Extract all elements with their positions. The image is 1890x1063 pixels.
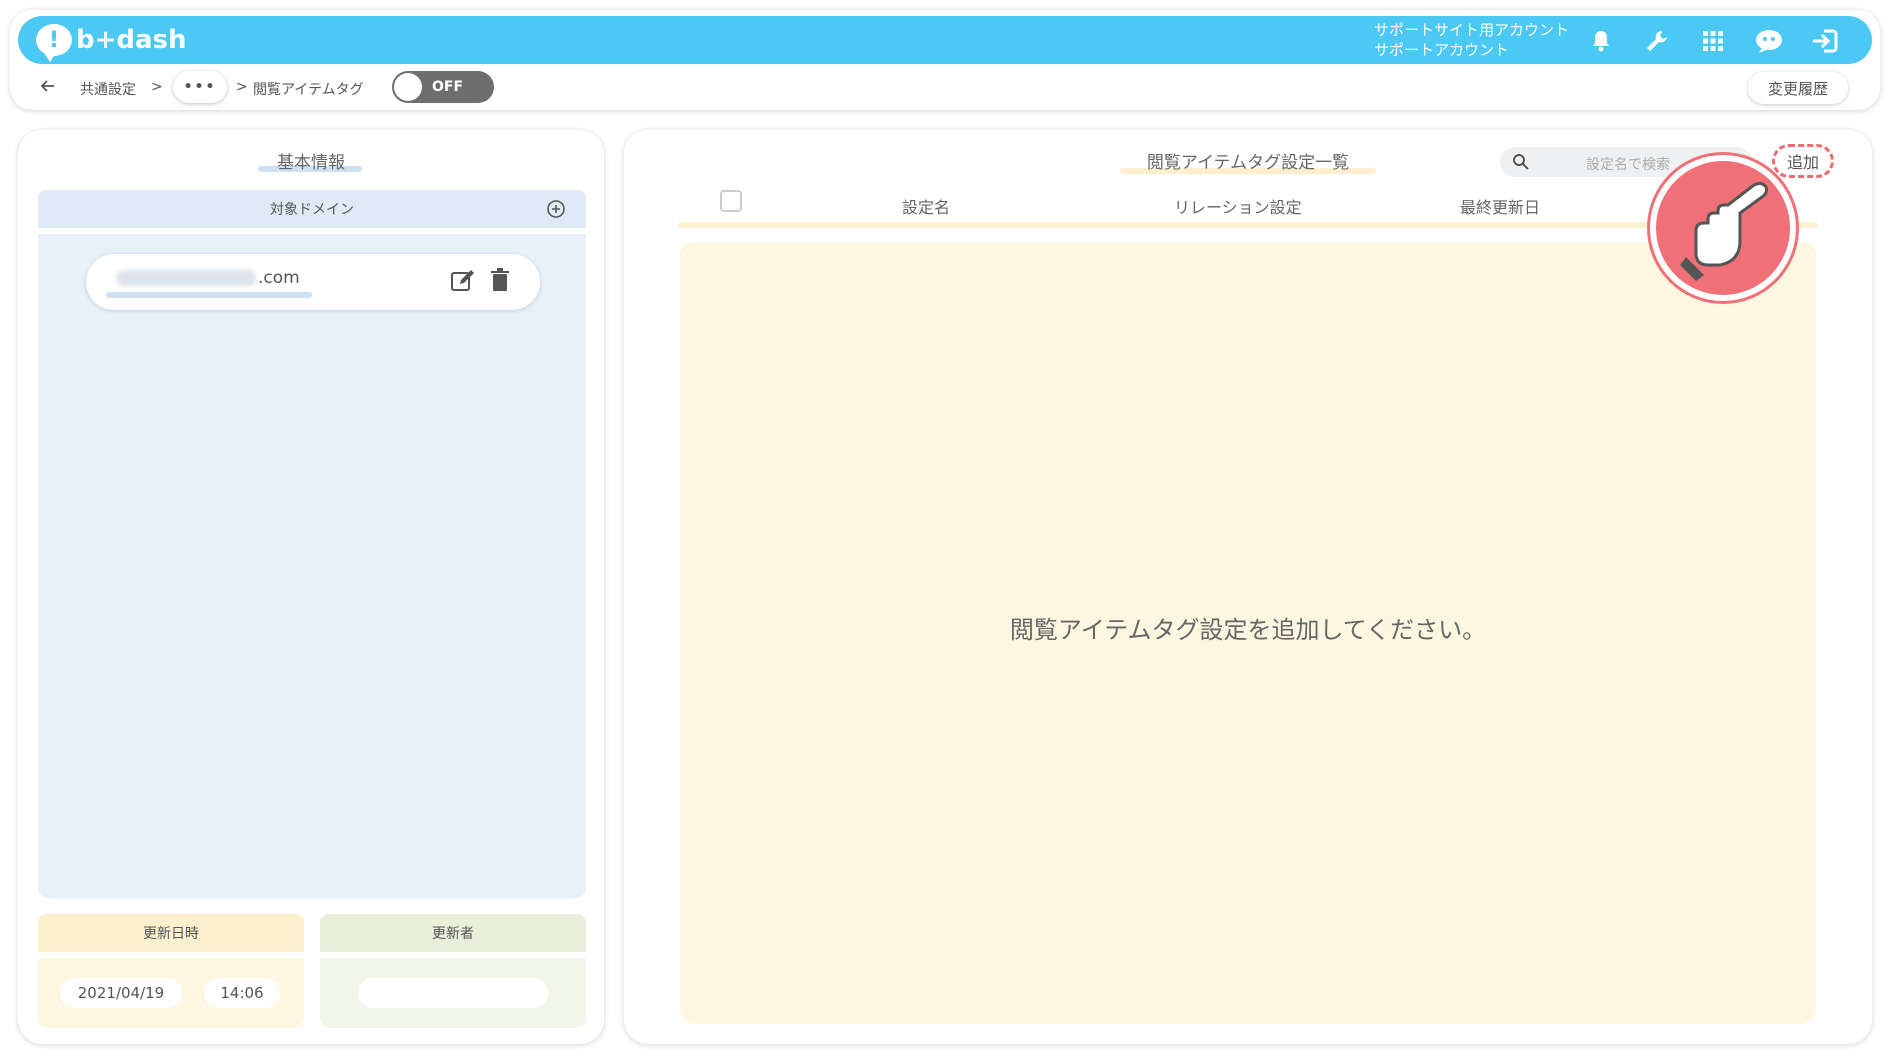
table-header-divider	[678, 222, 1818, 228]
toggle-knob	[394, 73, 422, 101]
updated-date: 2021/04/19	[60, 978, 182, 1008]
target-domain-header: 対象ドメイン	[38, 190, 586, 228]
search-icon	[1512, 153, 1530, 175]
select-all-checkbox[interactable]	[720, 190, 742, 212]
breadcrumb-separator: >	[151, 79, 163, 95]
app-logo[interactable]: ! b+dash	[36, 23, 187, 62]
updated-by-header: 更新者	[320, 914, 586, 952]
updated-time: 14:06	[204, 978, 280, 1008]
ellipsis-text: •••	[183, 79, 217, 95]
app-header: ! b+dash サポートサイト用アカウント サポートアカウント	[18, 16, 1872, 64]
domain-suffix: .com	[258, 268, 300, 288]
updated-by-value	[358, 978, 548, 1008]
breadcrumb-separator-2: >	[236, 79, 248, 95]
account-line2: サポートアカウント	[1374, 41, 1510, 59]
domain-list: .com	[38, 234, 586, 898]
edit-icon[interactable]	[450, 268, 476, 298]
basic-info-panel: 基本情報 対象ドメイン .com 更新日時 2021/04/19 14:06 更…	[18, 130, 604, 1044]
empty-state-message: 閲覧アイテムタグ設定を追加してください。	[1009, 616, 1487, 644]
wrench-icon[interactable]	[1642, 26, 1672, 56]
updated-at-header: 更新日時	[38, 914, 304, 952]
basic-info-title: 基本情報	[277, 153, 345, 173]
bell-icon[interactable]	[1586, 26, 1616, 56]
active-toggle[interactable]: OFF	[392, 71, 494, 103]
logo-text: b+dash	[76, 25, 187, 55]
updated-at-body: 2021/04/19 14:06	[38, 958, 304, 1028]
account-line1: サポートサイト用アカウント	[1374, 21, 1570, 39]
back-arrow-icon[interactable]	[38, 76, 58, 96]
trash-icon[interactable]	[490, 268, 510, 296]
logo-bubble-icon: !	[36, 24, 72, 62]
breadcrumb-ellipsis-button[interactable]: •••	[173, 71, 227, 103]
column-last-updated[interactable]: 最終更新日	[1460, 194, 1540, 218]
chat-bot-icon[interactable]	[1754, 26, 1784, 56]
add-circle-icon[interactable]	[546, 199, 566, 223]
pointing-hand-icon	[1650, 155, 1796, 301]
domain-list-item[interactable]: .com	[86, 254, 540, 310]
breadcrumb-common-settings[interactable]: 共通設定	[80, 79, 136, 99]
account-info[interactable]: サポートサイト用アカウント サポートアカウント	[1374, 20, 1569, 60]
domain-underline	[106, 292, 312, 298]
logout-icon[interactable]	[1810, 26, 1840, 56]
toggle-label: OFF	[432, 79, 464, 95]
column-relation-setting[interactable]: リレーション設定	[1174, 194, 1302, 218]
blurred-domain	[116, 270, 256, 286]
settings-list: 閲覧アイテムタグ設定を追加してください。	[680, 242, 1816, 1024]
breadcrumb-current: 閲覧アイテムタグ	[253, 82, 364, 98]
tag-settings-title: 閲覧アイテムタグ設定一覧	[1146, 153, 1350, 173]
column-setting-name[interactable]: 設定名	[902, 194, 950, 218]
change-history-button[interactable]: 変更履歴	[1748, 72, 1848, 104]
domain-name: .com	[116, 268, 300, 288]
breadcrumb: 共通設定 > ••• > 閲覧アイテムタグ OFF 変更履歴	[18, 70, 1872, 106]
grid-icon[interactable]	[1698, 26, 1728, 56]
target-domain-label: 対象ドメイン	[270, 202, 354, 218]
updated-by-body	[320, 958, 586, 1028]
